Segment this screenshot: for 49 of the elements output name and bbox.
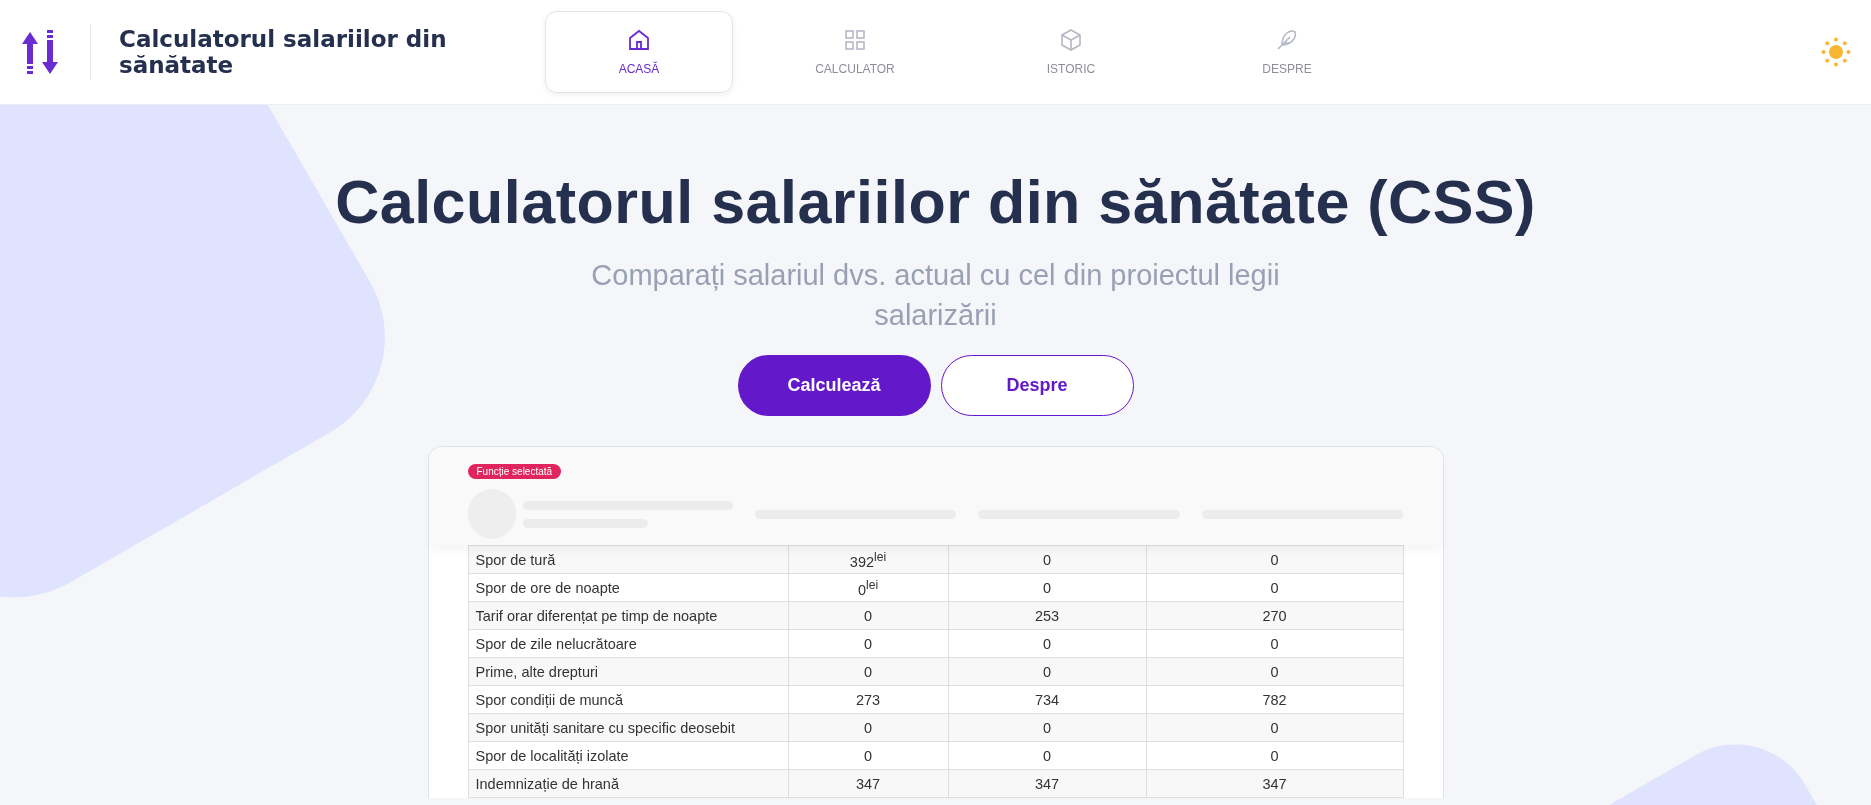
table-cell: 0 xyxy=(948,573,1146,602)
table-cell: 0 xyxy=(1146,545,1403,574)
cube-icon xyxy=(1059,28,1083,52)
status-badge: Funcție selectată xyxy=(467,464,562,479)
table-cell: Indemnizație de hrană xyxy=(468,769,788,798)
app-title: Calculatorul salariilor din sănătate xyxy=(119,25,448,79)
about-button[interactable]: Despre xyxy=(940,355,1134,416)
feather-icon xyxy=(1275,28,1299,52)
table-cell: Spor de ore de noapte xyxy=(468,573,788,602)
grid-icon xyxy=(843,28,867,52)
table-cell: Spor de zile nelucrătoare xyxy=(468,629,788,658)
table-cell: 0 xyxy=(1146,573,1403,602)
table-cell: 392$^{lei}$ xyxy=(788,545,948,574)
calculate-button[interactable]: Calculează xyxy=(737,355,931,416)
table-cell: Spor de tură xyxy=(468,545,788,574)
home-icon xyxy=(627,28,651,52)
hero-title: Calculatorul salariilor din sănătate (CSS) xyxy=(335,167,1536,237)
table-cell: 253 xyxy=(948,601,1146,630)
table-cell: 0 xyxy=(1146,741,1403,770)
table-cell: 270 xyxy=(1146,601,1403,630)
table-cell: 0 xyxy=(948,629,1146,658)
table-cell: 0 xyxy=(1146,657,1403,686)
table-cell: 734 xyxy=(948,685,1146,714)
table-cell: 0 xyxy=(1146,629,1403,658)
table-cell: Tarif orar diferențat pe timp de noapte xyxy=(468,601,788,630)
table-cell: Prime, alte drepturi xyxy=(468,657,788,686)
table-cell: 0 xyxy=(788,741,948,770)
table-cell: Spor de localități izolate xyxy=(468,741,788,770)
sort-arrows-icon xyxy=(20,30,60,74)
nav-tab[interactable]: ACASĂ xyxy=(545,11,733,93)
table-cell: 347 xyxy=(1146,769,1403,798)
table-cell: 0 xyxy=(948,657,1146,686)
table-cell: 347 xyxy=(948,769,1146,798)
table-cell: 0 xyxy=(948,741,1146,770)
table-cell: 273 xyxy=(788,685,948,714)
table-cell: Spor unități sanitare cu specific deosebit xyxy=(468,713,788,742)
table-cell: 347 xyxy=(788,769,948,798)
table-cell: 782 xyxy=(1146,685,1403,714)
table-cell: 0 xyxy=(788,657,948,686)
table-cell: 0 xyxy=(948,713,1146,742)
sun-icon[interactable] xyxy=(1821,37,1851,67)
hero-subtitle: Comparați salariul dvs. actual cu cel din proiectul legii salarizării xyxy=(590,258,1281,333)
table-cell: 0$^{lei}$ xyxy=(788,573,948,602)
table-cell: 0 xyxy=(788,713,948,742)
table-cell: Spor condiții de muncă xyxy=(468,685,788,714)
table-cell: 0 xyxy=(788,629,948,658)
table-cell: 0 xyxy=(948,545,1146,574)
table-cell: 0 xyxy=(1146,713,1403,742)
table-cell: 0 xyxy=(788,601,948,630)
